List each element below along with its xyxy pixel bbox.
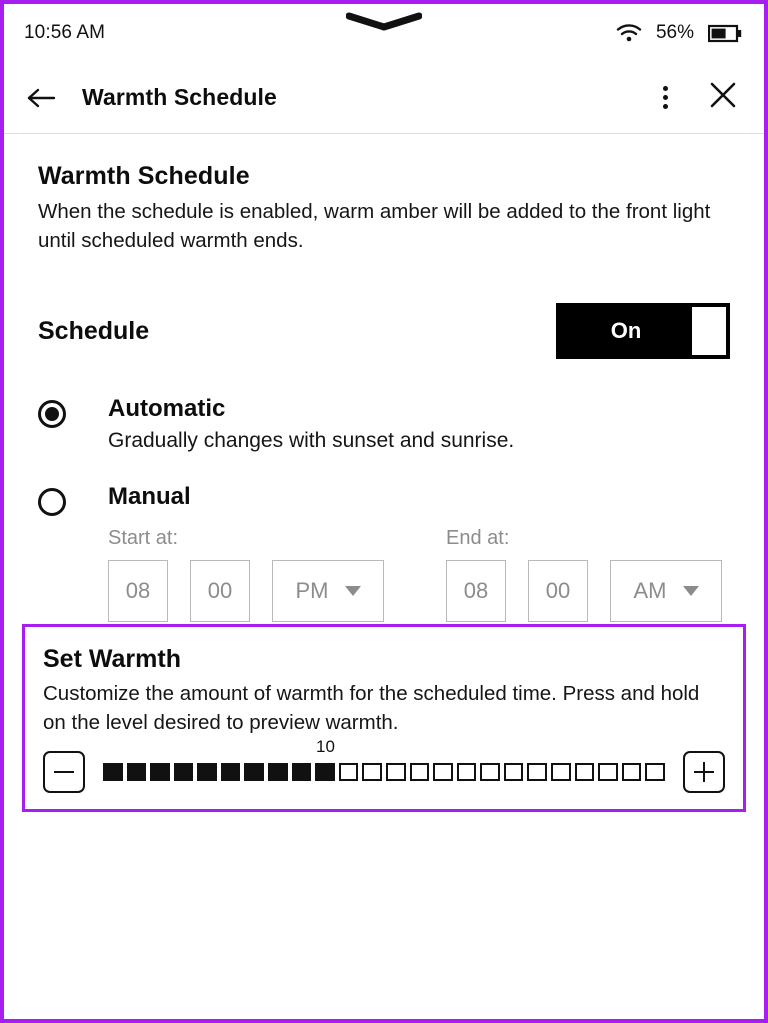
warmth-segment[interactable] bbox=[550, 763, 571, 782]
schedule-toggle[interactable]: On bbox=[556, 303, 730, 360]
start-hour-input[interactable]: 08 bbox=[108, 560, 168, 623]
warmth-segment[interactable] bbox=[220, 763, 241, 782]
back-arrow-icon bbox=[27, 88, 56, 107]
option-automatic-label: Automatic bbox=[108, 395, 226, 423]
end-minute-input[interactable]: 00 bbox=[528, 560, 588, 623]
warmth-segments[interactable] bbox=[103, 763, 665, 782]
warmth-segment[interactable] bbox=[480, 763, 500, 782]
warmth-segment[interactable] bbox=[362, 763, 382, 782]
device-screen: 10:56 AM 56% Warmth Schedule Warmth Sche… bbox=[0, 0, 768, 1023]
warmth-segment[interactable] bbox=[103, 763, 123, 782]
close-icon bbox=[710, 82, 736, 108]
end-time-fields: 08 00 AM bbox=[446, 560, 764, 623]
warmth-value-label: 10 bbox=[315, 737, 335, 757]
page-title: Warmth Schedule bbox=[82, 84, 277, 110]
warmth-segment[interactable] bbox=[385, 763, 406, 782]
warmth-segment[interactable] bbox=[268, 763, 288, 782]
warmth-segment[interactable] bbox=[173, 763, 194, 782]
option-automatic[interactable]: Automatic Gradually changes with sunset … bbox=[38, 395, 730, 453]
more-vertical-icon bbox=[663, 86, 668, 91]
battery-icon bbox=[708, 24, 742, 42]
warmth-decrease-button[interactable] bbox=[43, 751, 85, 794]
start-time-group: Start at: 08 00 PM bbox=[108, 527, 446, 623]
warmth-segment[interactable] bbox=[244, 763, 265, 782]
end-time-label: End at: bbox=[446, 527, 510, 550]
status-time: 10:56 AM bbox=[24, 22, 106, 43]
option-manual-body: Manual Start at: 08 00 PM End at: 08 00 … bbox=[108, 483, 764, 623]
warmth-increase-button[interactable] bbox=[683, 751, 725, 794]
app-bar-actions bbox=[655, 80, 738, 115]
radio-manual-col bbox=[38, 483, 108, 517]
option-manual[interactable]: Manual Start at: 08 00 PM End at: 08 00 … bbox=[38, 483, 730, 623]
chevron-down-icon bbox=[344, 586, 361, 597]
radio-manual[interactable] bbox=[38, 488, 66, 517]
time-picker-groups: Start at: 08 00 PM End at: 08 00 AM bbox=[108, 527, 764, 623]
option-automatic-body: Automatic Gradually changes with sunset … bbox=[108, 395, 730, 453]
warmth-segment[interactable] bbox=[433, 763, 453, 782]
start-meridiem-value: PM bbox=[295, 578, 329, 604]
end-hour-input[interactable]: 08 bbox=[446, 560, 506, 623]
time-picker-area: Start at: 08 00 PM End at: 08 00 AM bbox=[108, 527, 764, 623]
start-minute-input[interactable]: 00 bbox=[190, 560, 250, 623]
warmth-segment[interactable] bbox=[456, 763, 477, 782]
warmth-segment[interactable] bbox=[197, 763, 217, 782]
warmth-segment[interactable] bbox=[409, 763, 430, 782]
app-bar: Warmth Schedule bbox=[4, 62, 764, 134]
option-automatic-subtitle: Gradually changes with sunset and sunris… bbox=[108, 429, 515, 453]
status-indicators: 56% bbox=[616, 22, 742, 44]
warmth-segment[interactable] bbox=[574, 763, 595, 782]
start-time-fields: 08 00 PM bbox=[108, 560, 446, 623]
warmth-segment[interactable] bbox=[126, 763, 147, 782]
warmth-segment[interactable] bbox=[338, 763, 359, 782]
chevron-down-handle-icon bbox=[346, 12, 422, 31]
end-meridiem-value: AM bbox=[633, 578, 667, 604]
option-manual-label: Manual bbox=[108, 483, 191, 511]
more-vertical-icon bbox=[663, 95, 668, 100]
plus-icon bbox=[694, 762, 714, 783]
end-time-group: End at: 08 00 AM bbox=[446, 527, 764, 623]
warmth-segment[interactable] bbox=[503, 763, 524, 782]
start-time-label: Start at: bbox=[108, 527, 179, 550]
warmth-segment[interactable] bbox=[150, 763, 170, 782]
chevron-down-icon bbox=[682, 586, 699, 597]
schedule-row: Schedule On bbox=[38, 301, 730, 361]
warmth-level-slider[interactable]: 10 bbox=[103, 737, 665, 782]
close-button[interactable] bbox=[708, 80, 738, 115]
warmth-segment[interactable] bbox=[621, 763, 642, 782]
warmth-segment[interactable] bbox=[598, 763, 618, 782]
battery-percent-label: 56% bbox=[655, 22, 694, 43]
radio-automatic-col bbox=[38, 395, 108, 429]
schedule-toggle-knob bbox=[692, 307, 726, 356]
radio-automatic[interactable] bbox=[38, 400, 66, 429]
warmth-segment[interactable] bbox=[315, 763, 335, 782]
set-warmth-description: Customize the amount of warmth for the s… bbox=[43, 682, 700, 735]
warmth-segment[interactable] bbox=[291, 763, 312, 782]
set-warmth-card: Set Warmth Customize the amount of warmt… bbox=[22, 624, 746, 813]
start-meridiem-select[interactable]: PM bbox=[272, 560, 384, 623]
back-button[interactable] bbox=[26, 86, 70, 110]
set-warmth-title: Set Warmth bbox=[43, 645, 181, 673]
minus-icon bbox=[54, 770, 74, 774]
intro-title: Warmth Schedule bbox=[38, 162, 250, 190]
warmth-segment[interactable] bbox=[527, 763, 547, 782]
overflow-menu-button[interactable] bbox=[655, 80, 676, 115]
page-content: Warmth Schedule When the schedule is ena… bbox=[4, 134, 764, 648]
intro-block: Warmth Schedule When the schedule is ena… bbox=[38, 134, 730, 255]
more-vertical-icon bbox=[663, 104, 668, 109]
warmth-segment[interactable] bbox=[645, 763, 665, 782]
intro-description: When the schedule is enabled, warm amber… bbox=[38, 200, 711, 253]
schedule-label: Schedule bbox=[38, 316, 150, 345]
warmth-stepper: 10 bbox=[43, 737, 725, 794]
end-meridiem-select[interactable]: AM bbox=[610, 560, 722, 623]
status-bar: 10:56 AM 56% bbox=[4, 4, 764, 62]
wifi-icon bbox=[616, 24, 642, 42]
